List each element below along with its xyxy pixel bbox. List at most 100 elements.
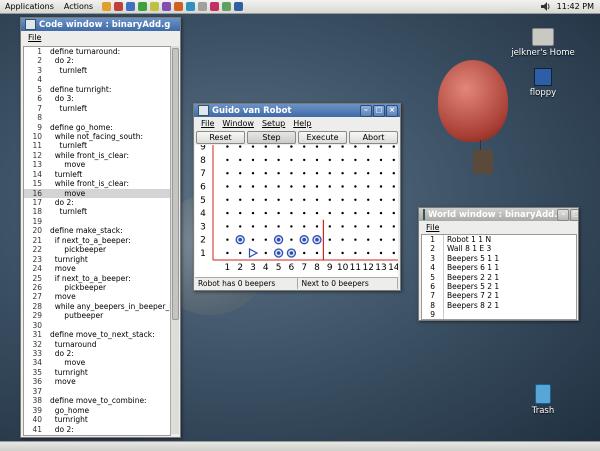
code-text: if next_to_a_beeper:: [50, 273, 131, 283]
grid-dot: [303, 198, 306, 201]
applications-menu[interactable]: Applications: [0, 2, 59, 11]
execute-button[interactable]: Execute: [298, 130, 347, 144]
launcher-icon[interactable]: [102, 2, 112, 11]
code-window-titlebar[interactable]: Code window : binaryAdd.g: [21, 18, 180, 31]
launcher-icon[interactable]: [198, 2, 208, 11]
world-text: Wall 8 1 E 3: [447, 244, 492, 254]
menu-setup[interactable]: Setup: [258, 119, 289, 128]
launcher-icon[interactable]: [174, 2, 184, 11]
grid-dot: [367, 251, 370, 255]
abort-button[interactable]: Abort: [349, 130, 398, 144]
code-line: 33 do 2:: [24, 349, 170, 358]
code-line: 26 pickbeeper: [24, 283, 170, 292]
line-number: 1: [430, 235, 435, 244]
volume-icon[interactable]: [540, 2, 551, 11]
menu-help[interactable]: Help: [289, 119, 315, 128]
world-window-titlebar[interactable]: World window : binaryAdd. – □ ×: [419, 208, 578, 221]
launcher-icon[interactable]: [222, 2, 232, 11]
grid-dot: [392, 158, 395, 162]
code-line: 28 while any_beepers_in_beeper_bag: [24, 302, 170, 311]
grid-dot: [264, 145, 267, 148]
line-number: 4: [37, 75, 42, 85]
code-line: 13 move: [24, 160, 170, 169]
line-number: 23: [32, 254, 42, 264]
close-button[interactable]: ×: [386, 104, 398, 117]
y-axis-label: 3: [200, 222, 206, 232]
code-text: define make_stack:: [50, 226, 123, 236]
y-axis-label: 6: [200, 183, 206, 193]
launcher-icon[interactable]: [186, 2, 196, 11]
grid-dot: [264, 158, 267, 162]
desktop-icon-floppy[interactable]: floppy: [508, 68, 578, 98]
world-line: 8 Beepers 8 2 1: [422, 301, 576, 310]
grid-dot: [354, 185, 357, 188]
launcher-icon[interactable]: [210, 2, 220, 11]
grid-dot: [315, 185, 319, 188]
line-number: 16: [32, 188, 42, 198]
grid-dot: [239, 145, 242, 148]
menu-window[interactable]: Window: [218, 119, 258, 128]
grid-dot: [226, 145, 229, 148]
launcher-icon[interactable]: [234, 2, 244, 11]
line-number: 8: [37, 113, 42, 123]
minimize-button[interactable]: –: [360, 104, 372, 117]
code-scrollbar[interactable]: [170, 46, 179, 434]
menu-file[interactable]: File: [197, 119, 218, 128]
line-number: 3: [430, 253, 435, 263]
launcher-icon[interactable]: [114, 2, 124, 11]
scrollbar-thumb[interactable]: [172, 48, 179, 320]
grid-dot: [226, 251, 229, 255]
x-axis-label: 1: [225, 263, 231, 273]
grid-dot: [226, 185, 229, 188]
launcher-icon[interactable]: [162, 2, 172, 11]
actions-menu[interactable]: Actions: [59, 2, 98, 11]
maximize-button[interactable]: □: [373, 104, 385, 117]
grid-dot: [354, 145, 357, 148]
desktop-icon-home[interactable]: jelkner's Home: [508, 28, 578, 58]
desktop-icon-label: jelkner's Home: [511, 48, 575, 58]
line-number: 37: [32, 386, 42, 396]
grid-dot: [239, 251, 242, 255]
beeper-center: [238, 237, 242, 242]
step-button[interactable]: Step: [247, 130, 296, 144]
grid-dot: [251, 145, 255, 148]
line-number: 25: [32, 273, 42, 283]
code-window: Code window : binaryAdd.g File 1 define t…: [20, 17, 181, 438]
x-axis-label: 10: [337, 263, 349, 273]
line-number: 29: [32, 311, 42, 321]
minimize-button[interactable]: –: [557, 208, 570, 221]
grid-dot: [315, 158, 319, 162]
grid-dot: [392, 145, 395, 148]
menu-file[interactable]: File: [422, 223, 443, 232]
status-next-to-beepers: Next to 0 beepers: [298, 278, 398, 289]
code-line: 34 move: [24, 358, 170, 367]
grid-dot: [226, 238, 229, 241]
launcher-icon[interactable]: [126, 2, 136, 11]
launcher-icon[interactable]: [150, 2, 160, 11]
menu-file[interactable]: File: [24, 33, 45, 42]
code-line: 8: [24, 113, 170, 122]
world-editor[interactable]: 1 Robot 1 1 N 2 Wall 8 1 E 3 3 Beepers 5 1 14…: [421, 234, 577, 320]
grid-dot: [392, 211, 395, 215]
code-text: while front_is_clear:: [50, 179, 130, 189]
grid-dot: [392, 238, 395, 241]
trash-icon: [535, 384, 551, 404]
grid-dot: [367, 225, 370, 228]
reset-button[interactable]: Reset: [196, 130, 245, 144]
code-line: 38 define move_to_combine:: [24, 396, 170, 405]
clock[interactable]: 11:42 PM: [557, 2, 594, 11]
world-line: 9: [422, 310, 576, 319]
grid-dot: [239, 172, 242, 175]
world-line: 7 Beepers 7 2 1: [422, 291, 576, 300]
code-text: define go_home:: [50, 122, 113, 132]
desktop-icon-trash[interactable]: Trash: [508, 384, 578, 416]
world-line: 4 Beepers 6 1 1: [422, 263, 576, 272]
robot-window-titlebar[interactable]: Guido van Robot – □ ×: [194, 104, 400, 117]
code-text: define move_to_combine:: [50, 396, 147, 406]
maximize-button[interactable]: □: [570, 208, 578, 221]
grid-dot: [341, 172, 344, 175]
line-number: 32: [32, 339, 42, 349]
code-editor[interactable]: 1 define turnaround: 2 do 2: 3 turnleft 4 5 de…: [23, 46, 171, 436]
launcher-icon[interactable]: [138, 2, 148, 11]
grid-dot: [354, 238, 357, 241]
